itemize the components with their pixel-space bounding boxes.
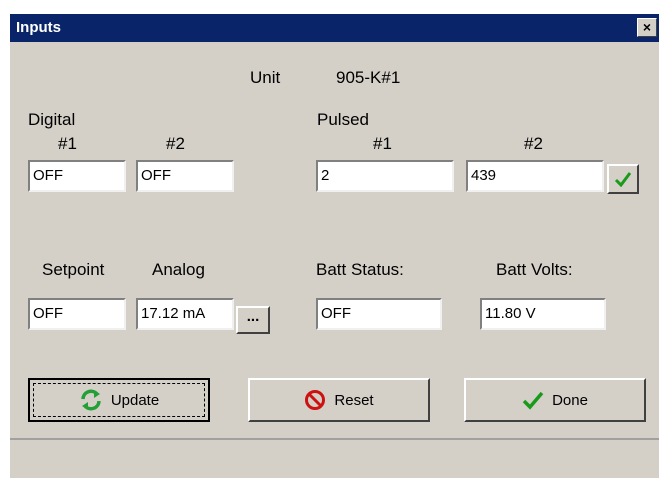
title-bar: Inputs × (10, 14, 659, 42)
checkmark-icon (614, 172, 632, 187)
analog-browse-button[interactable]: ... (236, 306, 270, 334)
analog-label: Analog (152, 260, 205, 279)
inputs-window: Inputs × Unit 905-K#1 Digital #1 #2 OFF … (8, 12, 659, 478)
window-title: Inputs (16, 19, 61, 36)
reset-button-label: Reset (334, 391, 374, 409)
unit-value: 905-K#1 (336, 68, 401, 87)
setpoint-field[interactable]: OFF (28, 298, 126, 330)
refresh-icon (81, 389, 101, 411)
done-button[interactable]: Done (464, 378, 646, 422)
digital-col1-label: #1 (58, 134, 77, 153)
digital-2-field[interactable]: OFF (136, 160, 234, 192)
update-button-label: Update (110, 391, 160, 409)
pulsed-2-field[interactable]: 439 (466, 160, 604, 192)
batt-volts-field[interactable]: 11.80 V (480, 298, 606, 330)
batt-status-label: Batt Status: (316, 260, 404, 279)
update-button[interactable]: Update (28, 378, 210, 422)
pulsed-1-field[interactable]: 2 (316, 160, 454, 192)
pulsed-col2-label: #2 (524, 134, 543, 153)
setpoint-label: Setpoint (42, 260, 105, 279)
digital-col2-label: #2 (166, 134, 185, 153)
batt-volts-label: Batt Volts: (496, 260, 573, 279)
pulsed-label: Pulsed (317, 110, 369, 129)
no-entry-icon (305, 390, 326, 410)
apply-pulsed-button[interactable] (607, 164, 639, 194)
done-button-label: Done (552, 391, 588, 409)
close-button[interactable]: × (637, 18, 657, 37)
digital-1-field[interactable]: OFF (28, 160, 126, 192)
pulsed-col1-label: #1 (373, 134, 392, 153)
analog-field[interactable]: 17.12 mA (136, 298, 234, 330)
batt-status-field[interactable]: OFF (316, 298, 442, 330)
status-bar (10, 438, 659, 478)
digital-label: Digital (28, 110, 76, 129)
reset-button[interactable]: Reset (248, 378, 430, 422)
checkmark-icon (522, 391, 544, 410)
unit-label: Unit (250, 68, 281, 87)
